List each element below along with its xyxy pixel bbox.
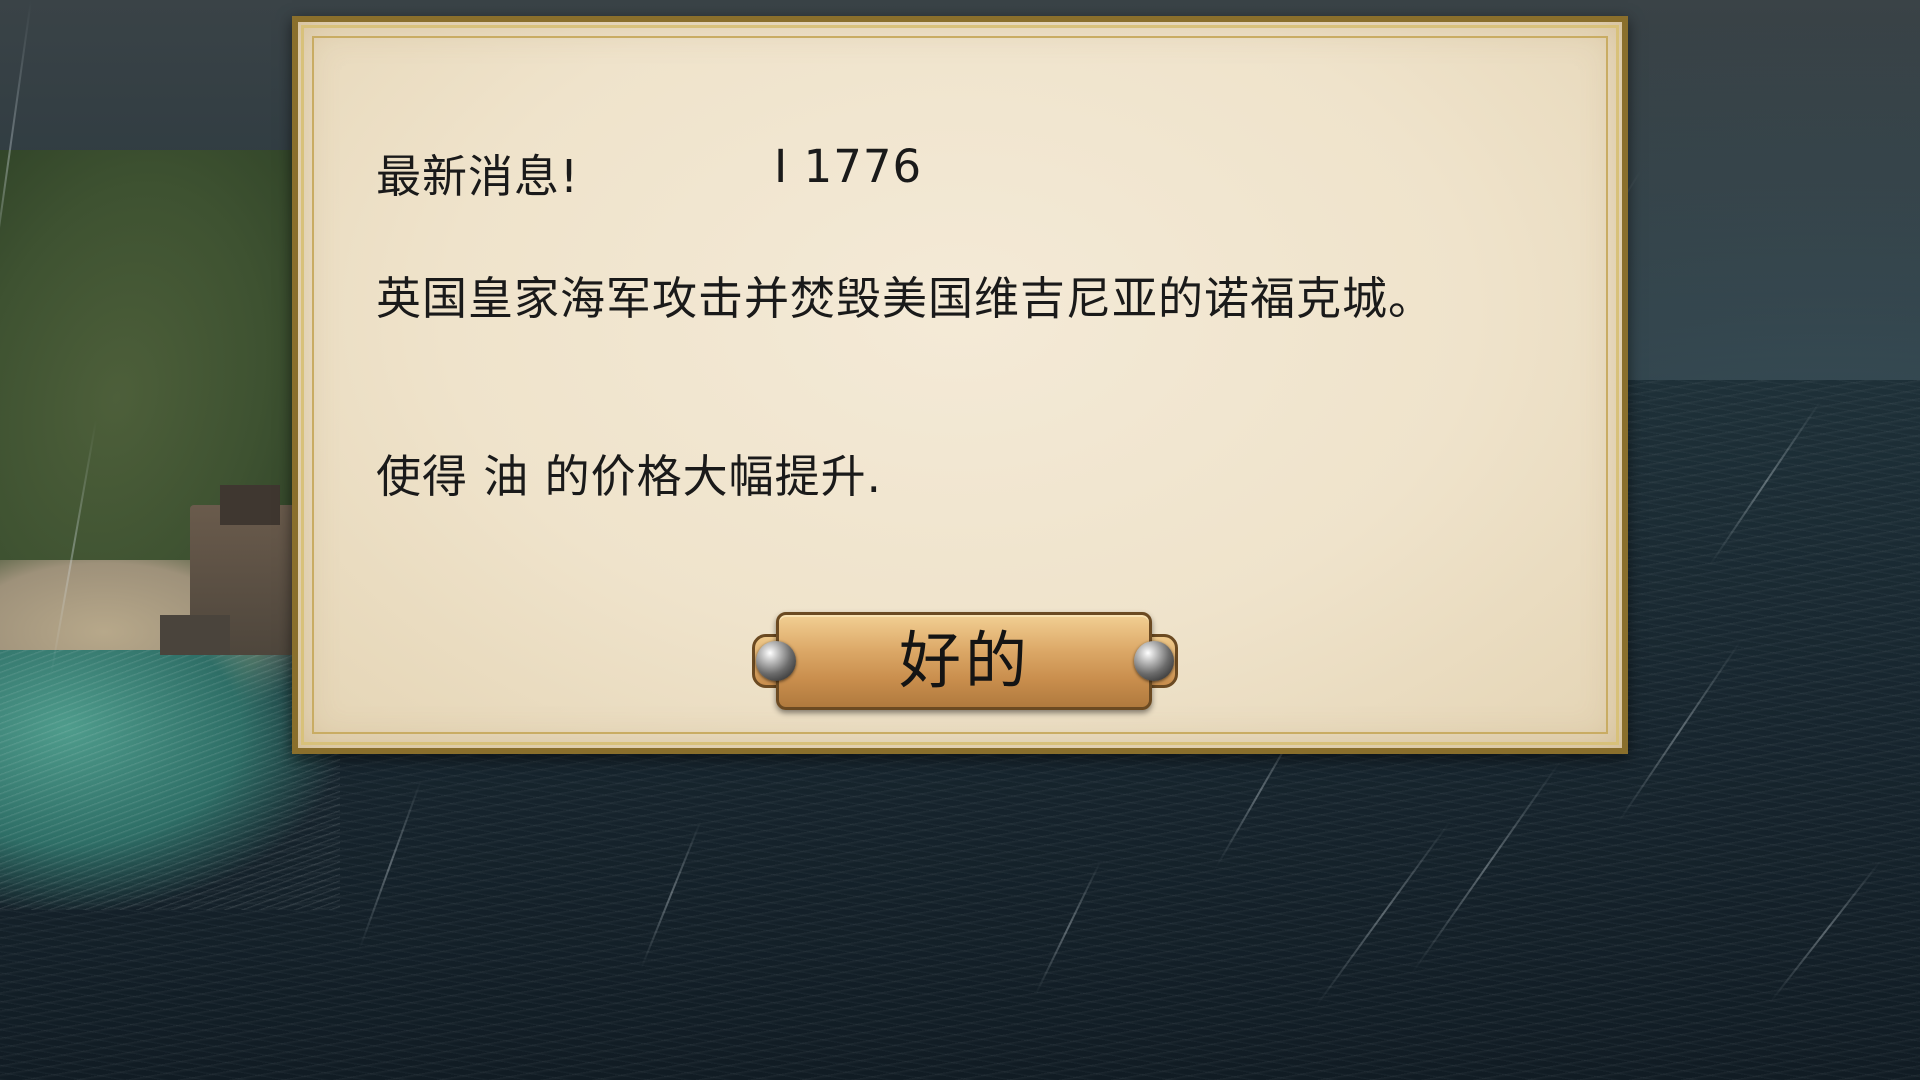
news-headline-title: 最新消息! <box>376 150 580 203</box>
ok-button-label: 好的 <box>898 624 1031 697</box>
news-effect-text: 使得 油 的价格大幅提升. <box>376 450 882 503</box>
news-body-text: 英国皇家海军攻击并焚毁美国维吉尼亚的诺福克城。 <box>376 272 1435 325</box>
ok-button[interactable]: 好的 <box>752 612 1178 710</box>
shallow-water <box>0 650 340 910</box>
coastal-fort <box>160 485 300 655</box>
game-world-background: 最新消息! I 1776 英国皇家海军攻击并焚毁美国维吉尼亚的诺福克城。 使得 … <box>0 0 1920 1080</box>
news-date: I 1776 <box>774 140 923 193</box>
news-dialog: 最新消息! I 1776 英国皇家海军攻击并焚毁美国维吉尼亚的诺福克城。 使得 … <box>292 16 1628 754</box>
